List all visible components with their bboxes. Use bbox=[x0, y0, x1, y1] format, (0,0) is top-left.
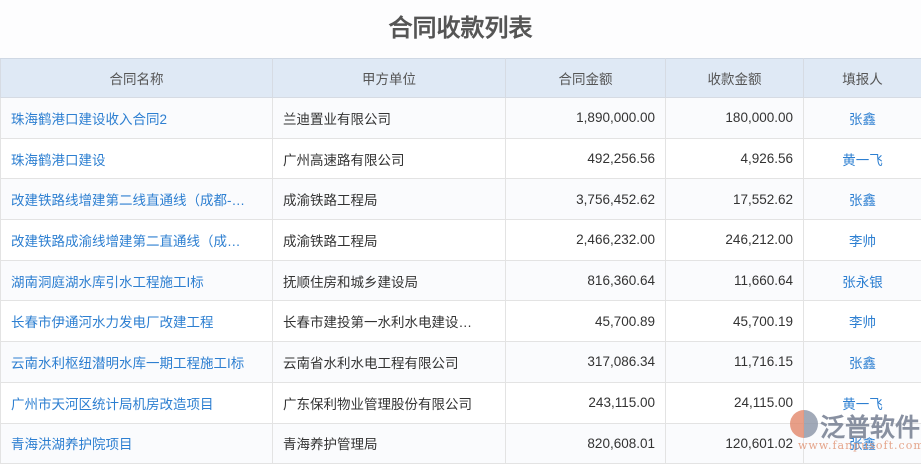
cell-received-amount: 17,552.62 bbox=[666, 179, 804, 220]
cell-received-amount: 11,716.15 bbox=[666, 342, 804, 383]
cell-contract-amount: 243,115.00 bbox=[506, 382, 666, 423]
column-header-contract-amount[interactable]: 合同金额 bbox=[506, 59, 666, 98]
table-row[interactable]: 云南水利枢纽潜明水库一期工程施工I标云南省水利水电工程有限公司317,086.3… bbox=[1, 342, 921, 383]
cell-contract-name[interactable]: 长春市伊通河水力发电厂改建工程 bbox=[1, 301, 273, 342]
cell-contract-name[interactable]: 云南水利枢纽潜明水库一期工程施工I标 bbox=[1, 342, 273, 383]
cell-contract-amount: 317,086.34 bbox=[506, 342, 666, 383]
table-row[interactable]: 珠海鹤港口建设收入合同2兰迪置业有限公司1,890,000.00180,000.… bbox=[1, 98, 921, 139]
cell-party-a: 云南省水利水电工程有限公司 bbox=[273, 342, 506, 383]
cell-received-amount: 120,601.02 bbox=[666, 423, 804, 464]
cell-contract-amount: 45,700.89 bbox=[506, 301, 666, 342]
cell-contract-amount: 816,360.64 bbox=[506, 260, 666, 301]
cell-contract-name[interactable]: 珠海鹤港口建设 bbox=[1, 138, 273, 179]
column-header-received-amount[interactable]: 收款金额 bbox=[666, 59, 804, 98]
cell-contract-name[interactable]: 湖南洞庭湖水库引水工程施工I标 bbox=[1, 260, 273, 301]
cell-reporter[interactable]: 黄一飞 bbox=[804, 138, 921, 179]
cell-reporter[interactable]: 张鑫 bbox=[804, 98, 921, 139]
cell-party-a: 广东保利物业管理股份有限公司 bbox=[273, 382, 506, 423]
cell-party-a: 抚顺住房和城乡建设局 bbox=[273, 260, 506, 301]
cell-received-amount: 45,700.19 bbox=[666, 301, 804, 342]
table-row[interactable]: 珠海鹤港口建设广州高速路有限公司492,256.564,926.56黄一飞 bbox=[1, 138, 921, 179]
cell-party-a: 长春市建投第一水利水电建设… bbox=[273, 301, 506, 342]
cell-party-a: 广州高速路有限公司 bbox=[273, 138, 506, 179]
cell-party-a: 兰迪置业有限公司 bbox=[273, 98, 506, 139]
table-row[interactable]: 湖南洞庭湖水库引水工程施工I标抚顺住房和城乡建设局816,360.6411,66… bbox=[1, 260, 921, 301]
watermark-url: www.fanpusoft.com bbox=[798, 439, 921, 452]
cell-contract-name[interactable]: 青海洪湖养护院项目 bbox=[1, 423, 273, 464]
cell-contract-amount: 1,890,000.00 bbox=[506, 98, 666, 139]
cell-contract-name[interactable]: 改建铁路线增建第二线直通线（成都-… bbox=[1, 179, 273, 220]
cell-party-a: 成渝铁路工程局 bbox=[273, 179, 506, 220]
brand-logo-icon bbox=[790, 410, 818, 438]
cell-party-a: 成渝铁路工程局 bbox=[273, 220, 506, 261]
cell-party-a: 青海养护管理局 bbox=[273, 423, 506, 464]
page-title: 合同收款列表 bbox=[0, 0, 921, 58]
cell-contract-amount: 2,466,232.00 bbox=[506, 220, 666, 261]
table-row[interactable]: 广州市天河区统计局机房改造项目广东保利物业管理股份有限公司243,115.002… bbox=[1, 382, 921, 423]
cell-received-amount: 4,926.56 bbox=[666, 138, 804, 179]
cell-contract-amount: 492,256.56 bbox=[506, 138, 666, 179]
table-row[interactable]: 改建铁路线增建第二线直通线（成都-…成渝铁路工程局3,756,452.6217,… bbox=[1, 179, 921, 220]
contract-payment-table: 合同名称甲方单位合同金额收款金额填报人 珠海鹤港口建设收入合同2兰迪置业有限公司… bbox=[0, 58, 921, 464]
cell-contract-amount: 820,608.01 bbox=[506, 423, 666, 464]
column-header-contract-name[interactable]: 合同名称 bbox=[1, 59, 273, 98]
cell-received-amount: 11,660.64 bbox=[666, 260, 804, 301]
cell-contract-name[interactable]: 珠海鹤港口建设收入合同2 bbox=[1, 98, 273, 139]
cell-reporter[interactable]: 张鑫 bbox=[804, 342, 921, 383]
cell-received-amount: 24,115.00 bbox=[666, 382, 804, 423]
cell-contract-name[interactable]: 广州市天河区统计局机房改造项目 bbox=[1, 382, 273, 423]
table-row[interactable]: 改建铁路成渝线增建第二直通线（成…成渝铁路工程局2,466,232.00246,… bbox=[1, 220, 921, 261]
cell-contract-amount: 3,756,452.62 bbox=[506, 179, 666, 220]
watermark-logo: 泛普软件 www.fanpusoft.com bbox=[790, 405, 921, 459]
cell-contract-name[interactable]: 改建铁路成渝线增建第二直通线（成… bbox=[1, 220, 273, 261]
cell-reporter[interactable]: 李帅 bbox=[804, 301, 921, 342]
cell-received-amount: 246,212.00 bbox=[666, 220, 804, 261]
table-row[interactable]: 长春市伊通河水力发电厂改建工程长春市建投第一水利水电建设…45,700.8945… bbox=[1, 301, 921, 342]
cell-reporter[interactable]: 李帅 bbox=[804, 220, 921, 261]
column-header-reporter[interactable]: 填报人 bbox=[804, 59, 921, 98]
cell-reporter[interactable]: 张永银 bbox=[804, 260, 921, 301]
table-row[interactable]: 青海洪湖养护院项目青海养护管理局820,608.01120,601.02张鑫 bbox=[1, 423, 921, 464]
cell-received-amount: 180,000.00 bbox=[666, 98, 804, 139]
cell-reporter[interactable]: 张鑫 bbox=[804, 179, 921, 220]
column-header-party-a[interactable]: 甲方单位 bbox=[273, 59, 506, 98]
